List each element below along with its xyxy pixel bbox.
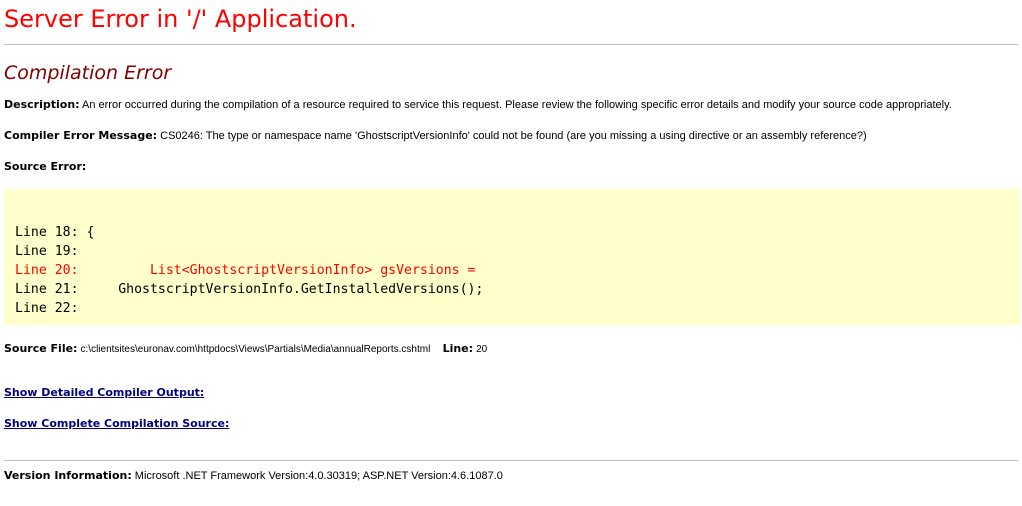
description-text: An error occurred during the compilation…: [82, 99, 952, 111]
version-label: Version Information:: [4, 469, 132, 482]
source-error-label: Source Error:: [4, 160, 87, 173]
source-error-row: Source Error:: [4, 160, 1018, 174]
version-row: Version Information: Microsoft .NET Fram…: [4, 469, 1018, 483]
source-line-value: 20: [476, 344, 488, 355]
source-file-row: Source File: c:\clientsites\euronav.com\…: [4, 342, 1018, 357]
version-text: Microsoft .NET Framework Version:4.0.303…: [134, 470, 503, 482]
section-title: Compilation Error: [4, 62, 172, 84]
code-line: Line 21: GhostscriptVersionInfo.GetInsta…: [15, 282, 484, 297]
show-detailed-compiler-output-link[interactable]: Show Detailed Compiler Output:: [4, 386, 204, 399]
source-file-label: Source File:: [4, 342, 78, 355]
code-line: Line 22:: [15, 301, 87, 316]
page-title: Server Error in '/' Application.: [4, 5, 357, 33]
description-label: Description:: [4, 98, 80, 111]
top-divider: [4, 44, 1018, 45]
source-code-block: Line 18: { Line 19: Line 20: List<Ghosts…: [4, 189, 1020, 325]
bottom-divider: [4, 460, 1018, 461]
compiler-message-text: CS0246: The type or namespace name 'Ghos…: [160, 130, 867, 142]
error-page: Server Error in '/' Application. Compila…: [0, 0, 1022, 483]
compiler-message-label: Compiler Error Message:: [4, 129, 158, 142]
show-complete-compilation-source-link[interactable]: Show Complete Compilation Source:: [4, 417, 229, 430]
description-row: Description: An error occurred during th…: [4, 98, 1018, 112]
source-file-path: c:\clientsites\euronav.com\httpdocs\View…: [80, 344, 431, 355]
compiler-message-row: Compiler Error Message: CS0246: The type…: [4, 129, 1018, 143]
source-line-label: Line:: [442, 342, 474, 355]
code-line: Line 18: {: [15, 225, 95, 240]
code-line-error: Line 20: List<GhostscriptVersionInfo> gs…: [15, 263, 476, 278]
code-line: Line 19:: [15, 244, 87, 259]
